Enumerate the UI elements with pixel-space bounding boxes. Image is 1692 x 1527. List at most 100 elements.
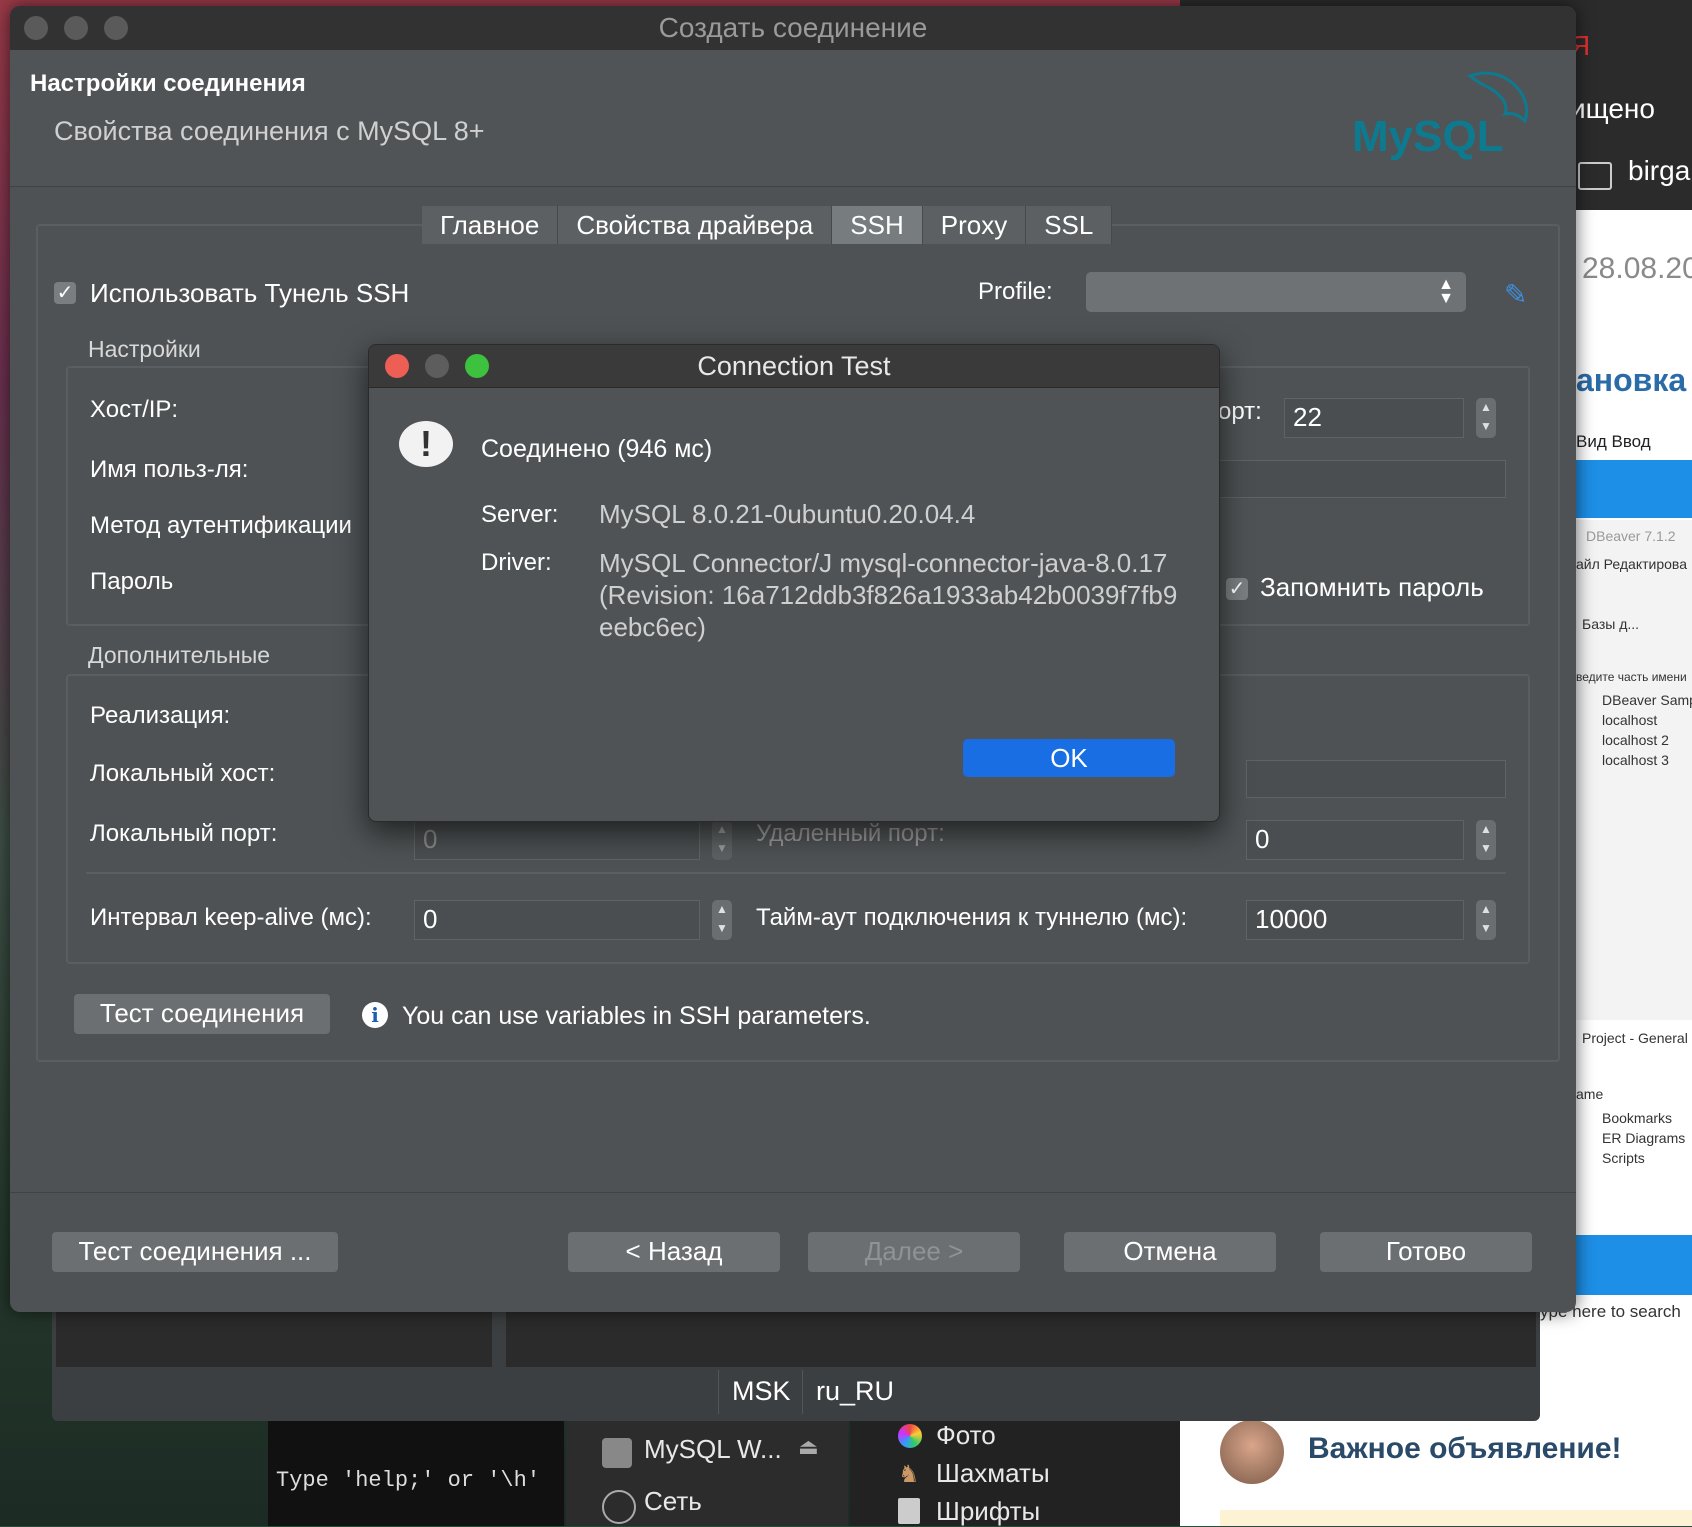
- dbeaver-folder: Scripts: [1602, 1150, 1645, 1166]
- avatar: [1220, 1420, 1284, 1484]
- tab-ssl[interactable]: SSL: [1026, 206, 1113, 244]
- port-label: орт:: [1218, 398, 1262, 425]
- remote-port-stepper[interactable]: ▲ ▼: [1476, 820, 1496, 860]
- connection-test-dialog: Connection Test ! Соединено (946 мс) Ser…: [368, 344, 1220, 822]
- dbeaver-folder: Bookmarks: [1602, 1110, 1673, 1126]
- next-button[interactable]: Далее >: [808, 1232, 1020, 1272]
- ok-button[interactable]: OK: [963, 739, 1175, 777]
- dbeaver-title: DBeaver 7.1.2: [1586, 528, 1676, 544]
- dbeaver-item: localhost 3: [1602, 752, 1669, 768]
- disk-icon: [602, 1438, 632, 1468]
- ssh-test-connection-button[interactable]: Тест соединения: [74, 994, 330, 1034]
- browser-tab-text: ищено: [1570, 93, 1655, 124]
- dbeaver-folder: ER Diagrams: [1602, 1130, 1686, 1146]
- footer-divider: [10, 1192, 1576, 1193]
- sidebar-item-mysql[interactable]: MySQL W...: [644, 1434, 782, 1465]
- profile-select[interactable]: ▲ ▼: [1086, 272, 1466, 312]
- use-ssh-tunnel-checkbox[interactable]: ✓: [54, 282, 76, 304]
- apps-list: Фото ♞ Шахматы Шрифты: [850, 1420, 1180, 1526]
- article-heading: ановка с: [1576, 362, 1692, 398]
- app-item-fonts[interactable]: Шрифты: [936, 1496, 1040, 1527]
- dbeaver-project-panel: ame Bookmarks ER Diagrams Scripts: [1576, 1080, 1692, 1200]
- edit-profile-icon[interactable]: ✎: [1504, 278, 1527, 311]
- bookmark-birga[interactable]: birga: [1628, 155, 1690, 187]
- host-label: Хост/IP:: [90, 396, 179, 423]
- tunnel-timeout-input[interactable]: 10000: [1246, 900, 1464, 940]
- page-subtitle: Свойства соединения с MySQL 8+: [54, 116, 485, 146]
- status-divider: [802, 1370, 803, 1414]
- server-label: Server:: [481, 501, 559, 528]
- dbeaver-name-col: ame: [1576, 1086, 1604, 1102]
- wizard-header: Настройки соединения Свойства соединения…: [10, 50, 1576, 187]
- tab-driver-properties[interactable]: Свойства драйвера: [558, 206, 833, 244]
- connection-status: Соединено (946 мс): [481, 435, 713, 463]
- underlying-panel: [506, 1305, 1536, 1367]
- tunnel-timeout-label: Тайм-аут подключения к туннелю (мс):: [756, 904, 1188, 931]
- dbeaver-item: DBeaver Sampl: [1602, 692, 1692, 708]
- local-host-label: Локальный хост:: [90, 760, 276, 787]
- dbeaver-item: localhost: [1602, 712, 1658, 728]
- divider: [86, 872, 1506, 874]
- screenshot-menu: Вид Ввод: [1576, 432, 1651, 451]
- ssh-variables-hint: You can use variables in SSH parameters.: [402, 1002, 871, 1030]
- local-port-stepper[interactable]: ▲ ▼: [712, 820, 732, 860]
- info-icon: i: [362, 1002, 388, 1028]
- driver-value: MySQL Connector/J mysql-connector-java-8…: [599, 548, 1178, 642]
- app-item-photos[interactable]: Фото: [936, 1420, 996, 1451]
- chess-icon: ♞: [898, 1461, 920, 1488]
- remember-password-checkbox[interactable]: ✓: [1226, 578, 1248, 600]
- port-input[interactable]: 22: [1284, 398, 1464, 438]
- window-title: Создать соединение: [658, 12, 928, 43]
- use-ssh-tunnel-label: Использовать Тунель SSH: [90, 278, 410, 308]
- chevron-updown-icon: ▲ ▼: [1438, 276, 1454, 307]
- implementation-label: Реализация:: [90, 702, 231, 729]
- finish-button[interactable]: Готово: [1320, 1232, 1532, 1272]
- cancel-button[interactable]: Отмена: [1064, 1232, 1276, 1272]
- remote-host-input[interactable]: [1246, 760, 1506, 798]
- alert-icon: !: [399, 421, 453, 467]
- tab-proxy[interactable]: Proxy: [922, 206, 1027, 244]
- tab-ssh[interactable]: SSH: [832, 206, 923, 244]
- auth-method-label: Метод аутентификации: [90, 512, 352, 539]
- mysql-logo-text: MySQL: [1352, 112, 1504, 161]
- keepalive-input[interactable]: 0: [414, 900, 700, 940]
- dbeaver-menu: айл Редактирова: [1576, 556, 1687, 572]
- username-label: Имя польз-ля:: [90, 456, 249, 483]
- dbeaver-project: Project - General: [1582, 1030, 1688, 1046]
- announcement-link[interactable]: Важное объявление!: [1308, 1432, 1622, 1466]
- dbeaver-db-tab: Базы д...: [1582, 616, 1640, 632]
- sidebar-item-network[interactable]: Сеть: [644, 1486, 702, 1517]
- keepalive-stepper[interactable]: ▲ ▼: [712, 900, 732, 940]
- window-titlebar: Создать соединение: [10, 6, 1576, 50]
- tunnel-timeout-stepper[interactable]: ▲ ▼: [1476, 900, 1496, 940]
- screenshot-taskbar: [1576, 1235, 1692, 1295]
- mysql-logo: MySQL: [1352, 71, 1529, 161]
- back-button[interactable]: < Назад: [568, 1232, 780, 1272]
- profile-label: Profile:: [978, 278, 1053, 305]
- server-value: MySQL 8.0.21-0ubuntu0.20.04.4: [599, 499, 976, 529]
- network-icon: [602, 1490, 636, 1524]
- remote-port-input[interactable]: 0: [1246, 820, 1464, 860]
- username-input[interactable]: [1210, 460, 1506, 498]
- tab-main[interactable]: Главное: [422, 206, 559, 244]
- extra-group-title: Дополнительные: [88, 642, 271, 668]
- photos-icon: [898, 1424, 922, 1448]
- remember-password-label: Запомнить пароль: [1260, 572, 1484, 602]
- eject-icon[interactable]: ⏏: [798, 1434, 819, 1460]
- local-port-input[interactable]: 0: [414, 820, 700, 860]
- status-divider: [718, 1370, 719, 1414]
- dbeaver-filter: ведите часть имени: [1576, 670, 1687, 684]
- app-item-chess[interactable]: Шахматы: [936, 1458, 1050, 1489]
- password-label: Пароль: [90, 568, 174, 595]
- status-locale: ru_RU: [816, 1376, 895, 1406]
- dbeaver-item: localhost 2: [1602, 732, 1669, 748]
- finder-sidebar: MySQL W... ⏏ Сеть: [566, 1420, 848, 1526]
- local-port-label: Локальный порт:: [90, 820, 278, 847]
- page-title: Настройки соединения: [30, 70, 306, 97]
- tab-strip: Главное Свойства драйвера SSH Proxy SSL: [422, 206, 1113, 244]
- remote-port-label: Удаленный порт:: [756, 820, 945, 847]
- port-stepper[interactable]: ▲ ▼: [1476, 398, 1496, 438]
- dialog-title: Connection Test: [697, 351, 891, 381]
- test-connection-button[interactable]: Тест соединения ...: [52, 1232, 338, 1272]
- announcement-banner: [1220, 1510, 1692, 1526]
